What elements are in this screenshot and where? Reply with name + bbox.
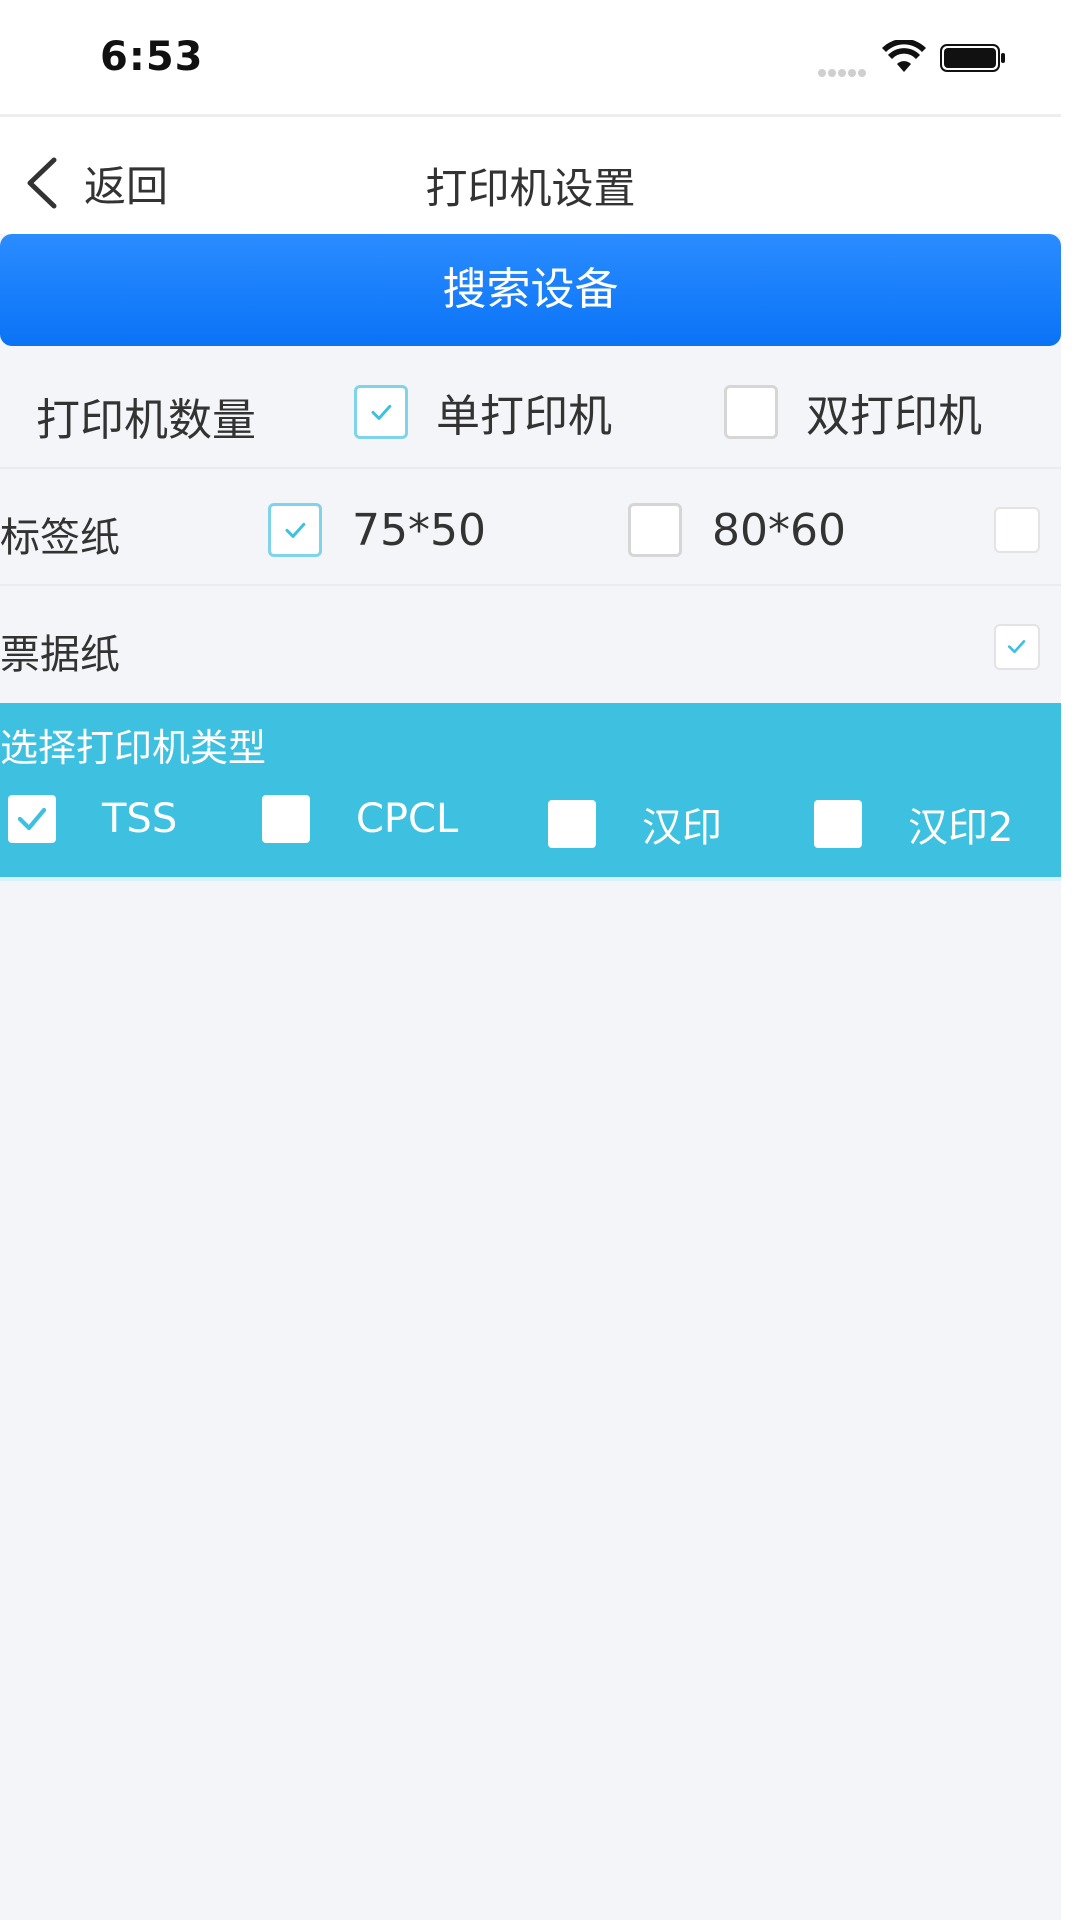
label-paper-label: 标签纸 [0,515,120,561]
type-tss-label: TSS [102,796,178,842]
dual-printer-checkbox[interactable] [724,385,778,439]
type-tss-checkbox[interactable] [8,795,56,843]
printer-type-title: 选择打印机类型 [0,726,267,770]
battery-icon [940,44,1005,72]
navigation-bar: 打印机设置 返回 [0,114,1061,234]
type-cpcl-checkbox[interactable] [262,795,310,843]
signal-icon [818,62,868,77]
single-printer-option[interactable]: 单打印机 [354,380,612,444]
receipt-paper-row: 票据纸 [0,586,1061,703]
receipt-paper-label: 票据纸 [0,632,120,678]
check-icon [371,404,391,420]
type-hanyin-option[interactable]: 汉印 [548,795,722,853]
status-bar: 6:53 [0,0,1061,114]
printer-count-label: 打印机数量 [36,395,256,446]
app-screen: 6:53 打印机设置 返回 搜索设备 打印机数量 单打印机 双打印机 标签纸 7… [0,0,1061,1920]
label-paper-toggle-checkbox[interactable] [994,507,1040,553]
wifi-icon [882,40,926,72]
status-time: 6:53 [100,34,204,80]
type-hanyin2-option[interactable]: 汉印2 [814,795,1013,853]
type-tss-option[interactable]: TSS [8,795,177,843]
check-icon [17,807,47,831]
screen-edge [1061,0,1080,1920]
type-hanyin-label: 汉印 [642,805,722,851]
check-icon [285,522,305,538]
printer-type-panel: 选择打印机类型 TSS CPCL 汉印 汉印2 [0,703,1061,881]
search-devices-button[interactable]: 搜索设备 [0,234,1061,346]
size-80x60-option[interactable]: 80*60 [628,503,846,557]
back-button[interactable]: 返回 [22,153,168,213]
type-hanyin2-checkbox[interactable] [814,800,862,848]
back-label: 返回 [84,161,169,211]
size-80x60-checkbox[interactable] [628,503,682,557]
single-printer-checkbox[interactable] [354,385,408,439]
single-printer-label: 单打印机 [436,391,612,442]
type-cpcl-option[interactable]: CPCL [262,795,458,843]
size-75x50-option[interactable]: 75*50 [268,503,486,557]
label-paper-row: 标签纸 75*50 80*60 [0,469,1061,586]
dual-printer-option[interactable]: 双打印机 [724,380,982,444]
receipt-paper-toggle-checkbox[interactable] [994,624,1040,670]
dual-printer-label: 双打印机 [806,391,982,442]
size-80x60-label: 80*60 [712,504,846,556]
printer-count-row: 打印机数量 单打印机 双打印机 [0,346,1061,469]
type-hanyin-checkbox[interactable] [548,800,596,848]
check-icon [1008,640,1026,654]
chevron-left-icon [27,157,57,209]
type-cpcl-label: CPCL [356,796,459,842]
size-75x50-checkbox[interactable] [268,503,322,557]
type-hanyin2-label: 汉印2 [908,805,1014,851]
size-75x50-label: 75*50 [352,504,486,556]
